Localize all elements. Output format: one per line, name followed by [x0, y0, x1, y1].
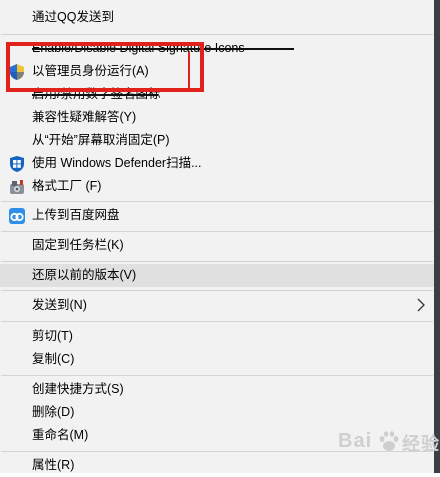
menu-item-send-to[interactable]: 发送到(N) — [0, 294, 434, 317]
menu-item-label: 复制(C) — [32, 352, 75, 366]
baidu-netdisk-cloud-icon — [9, 208, 25, 224]
menu-item-label: 固定到任务栏(K) — [32, 238, 124, 252]
menu-item-restore-previous-versions[interactable]: 还原以前的版本(V) — [0, 264, 434, 287]
menu-item-label: 还原以前的版本(V) — [32, 268, 137, 282]
menu-item-label: 发送到(N) — [32, 298, 87, 312]
menu-separator — [1, 290, 433, 291]
menu-item-label: 删除(D) — [32, 405, 75, 419]
menu-item-label: 上传到百度网盘 — [32, 208, 120, 222]
menu-item-upload-baidu-netdisk[interactable]: 上传到百度网盘 — [0, 204, 434, 227]
watermark-text: Bai — [338, 430, 373, 452]
overlap-strike-line — [32, 94, 158, 96]
menu-separator — [1, 321, 433, 322]
menu-item-delete[interactable]: 删除(D) — [0, 401, 434, 424]
annotation-cursor-mark — [188, 52, 190, 88]
menu-item-pin-to-taskbar[interactable]: 固定到任务栏(K) — [0, 234, 434, 257]
menu-item-unpin-from-start[interactable]: 从“开始”屏幕取消固定(P) — [0, 129, 434, 152]
menu-separator — [1, 201, 433, 202]
menu-item-label: 剪切(T) — [32, 329, 73, 343]
menu-item-compatibility-troubleshoot[interactable]: 兼容性疑难解答(Y) — [0, 106, 434, 129]
menu-separator — [1, 375, 433, 376]
menu-item-label: 属性(R) — [32, 458, 75, 472]
menu-item-send-via-qq[interactable]: 通过QQ发送到 — [0, 6, 434, 29]
menu-item-format-factory[interactable]: 格式工厂 (F) — [0, 175, 434, 198]
menu-item-label: 格式工厂 (F) — [32, 179, 102, 193]
menu-item-label: 兼容性疑难解答(Y) — [32, 110, 137, 124]
format-factory-icon — [10, 180, 24, 194]
menu-item-label: 通过QQ发送到 — [32, 10, 114, 24]
menu-item-scan-with-defender[interactable]: 使用 Windows Defender扫描... — [0, 152, 434, 175]
baidu-paw-icon — [379, 431, 399, 451]
menu-item-label: 创建快捷方式(S) — [32, 382, 124, 396]
background-window-edge — [434, 0, 440, 473]
menu-item-label: 从“开始”屏幕取消固定(P) — [32, 133, 170, 147]
menu-separator — [1, 261, 433, 262]
menu-item-label: 使用 Windows Defender扫描... — [32, 156, 202, 170]
menu-item-cut[interactable]: 剪切(T) — [0, 325, 434, 348]
menu-item-label: 重命名(M) — [32, 428, 89, 442]
menu-item-copy[interactable]: 复制(C) — [0, 348, 434, 371]
windows-defender-shield-icon — [10, 156, 24, 172]
watermark-text: 经验 — [402, 434, 440, 454]
menu-separator — [1, 34, 433, 35]
annotation-highlight-box — [6, 42, 204, 92]
menu-item-create-shortcut[interactable]: 创建快捷方式(S) — [0, 378, 434, 401]
menu-separator — [1, 231, 433, 232]
baidu-jingyan-watermark: Bai 经验 — [338, 428, 439, 458]
chevron-right-icon — [417, 298, 425, 312]
